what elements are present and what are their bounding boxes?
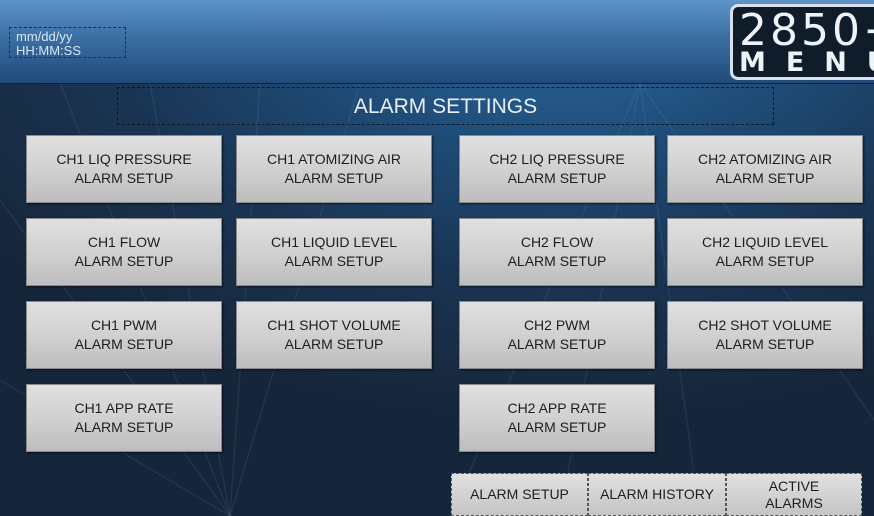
header-bar: mm/dd/yy HH:MM:SS 2850+ MENU <box>0 0 874 84</box>
button-label-line2: ALARM SETUP <box>715 336 815 352</box>
tab-label-line2: ALARMS <box>765 494 823 511</box>
date-display: mm/dd/yy <box>16 29 73 44</box>
time-display: HH:MM:SS <box>16 43 81 58</box>
ch2-pwm-alarm-button[interactable]: CH2 PWM ALARM SETUP <box>459 301 655 369</box>
logo-menu-label: MENU <box>739 47 874 78</box>
button-label-line1: CH1 LIQ PRESSURE <box>56 151 192 167</box>
button-label-line1: CH1 ATOMIZING AIR <box>266 151 402 167</box>
button-label-line1: CH2 PWM <box>523 317 591 333</box>
ch1-flow-alarm-button[interactable]: CH1 FLOW ALARM SETUP <box>26 218 222 286</box>
ch1-pwm-alarm-button[interactable]: CH1 PWM ALARM SETUP <box>26 301 222 369</box>
ch2-app-rate-alarm-button[interactable]: CH2 APP RATE ALARM SETUP <box>459 384 655 452</box>
tab-alarm-history[interactable]: ALARM HISTORY <box>588 473 726 516</box>
button-label-line2: ALARM SETUP <box>507 419 607 435</box>
button-label-line1: CH2 FLOW <box>520 234 594 250</box>
button-label-line1: CH1 APP RATE <box>74 400 174 416</box>
ch1-liq-pressure-alarm-button[interactable]: CH1 LIQ PRESSURE ALARM SETUP <box>26 135 222 203</box>
button-label-line2: ALARM SETUP <box>715 253 815 269</box>
ch2-flow-alarm-button[interactable]: CH2 FLOW ALARM SETUP <box>459 218 655 286</box>
button-label-line1: CH1 SHOT VOLUME <box>267 317 401 333</box>
button-label-line1: CH2 APP RATE <box>507 400 607 416</box>
tab-label: ALARM SETUP <box>470 486 569 502</box>
button-label-line2: ALARM SETUP <box>507 253 607 269</box>
button-label-line2: ALARM SETUP <box>74 253 174 269</box>
tab-label-line1: ACTIVE <box>768 477 820 494</box>
ch1-atomizing-air-alarm-button[interactable]: CH1 ATOMIZING AIR ALARM SETUP <box>236 135 432 203</box>
button-label-line1: CH2 SHOT VOLUME <box>698 317 832 333</box>
menu-logo-button[interactable]: 2850+ MENU <box>730 4 874 80</box>
datetime-display: mm/dd/yy HH:MM:SS <box>9 27 126 58</box>
ch2-shot-volume-alarm-button[interactable]: CH2 SHOT VOLUME ALARM SETUP <box>667 301 863 369</box>
ch2-liquid-level-alarm-button[interactable]: CH2 LIQUID LEVEL ALARM SETUP <box>667 218 863 286</box>
button-label-line2: ALARM SETUP <box>74 170 174 186</box>
button-label-line2: ALARM SETUP <box>284 170 384 186</box>
page-title: ALARM SETTINGS <box>117 87 774 125</box>
button-label-line1: CH1 PWM <box>90 317 158 333</box>
ch1-liquid-level-alarm-button[interactable]: CH1 LIQUID LEVEL ALARM SETUP <box>236 218 432 286</box>
tab-active-alarms[interactable]: ACTIVE ALARMS <box>726 473 862 516</box>
hmi-screen: mm/dd/yy HH:MM:SS 2850+ MENU ALARM SETTI… <box>0 0 874 516</box>
button-label-line2: ALARM SETUP <box>507 170 607 186</box>
button-label-line2: ALARM SETUP <box>284 253 384 269</box>
button-label-line1: CH2 ATOMIZING AIR <box>697 151 833 167</box>
button-label-line1: CH2 LIQUID LEVEL <box>701 234 829 250</box>
button-label-line2: ALARM SETUP <box>74 419 174 435</box>
tab-label: ALARM HISTORY <box>600 486 714 502</box>
button-label-line2: ALARM SETUP <box>284 336 384 352</box>
button-label-line1: CH1 LIQUID LEVEL <box>270 234 398 250</box>
button-label-line2: ALARM SETUP <box>74 336 174 352</box>
button-label-line2: ALARM SETUP <box>507 336 607 352</box>
ch2-atomizing-air-alarm-button[interactable]: CH2 ATOMIZING AIR ALARM SETUP <box>667 135 863 203</box>
ch2-liq-pressure-alarm-button[interactable]: CH2 LIQ PRESSURE ALARM SETUP <box>459 135 655 203</box>
button-label-line1: CH1 FLOW <box>87 234 161 250</box>
button-label-line1: CH2 LIQ PRESSURE <box>489 151 625 167</box>
ch1-shot-volume-alarm-button[interactable]: CH1 SHOT VOLUME ALARM SETUP <box>236 301 432 369</box>
tab-alarm-setup[interactable]: ALARM SETUP <box>451 473 588 516</box>
button-label-line2: ALARM SETUP <box>715 170 815 186</box>
ch1-app-rate-alarm-button[interactable]: CH1 APP RATE ALARM SETUP <box>26 384 222 452</box>
